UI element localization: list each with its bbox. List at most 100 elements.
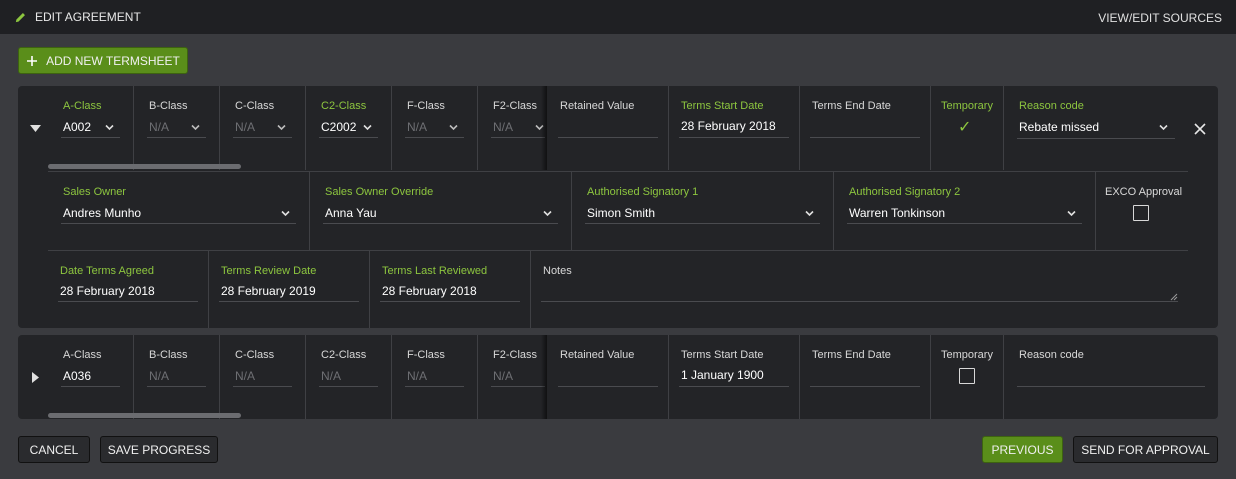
class-underline xyxy=(491,386,545,387)
view-edit-sources-link[interactable]: VIEW/EDIT SOURCES xyxy=(1098,11,1222,25)
divider xyxy=(219,335,220,419)
class-label: B-Class xyxy=(149,349,188,361)
class-select[interactable]: N/A xyxy=(235,120,255,134)
temporary-label: Temporary xyxy=(941,349,993,361)
row-divider xyxy=(48,171,1188,172)
divider xyxy=(668,335,669,419)
terms-start-date-underline xyxy=(679,137,789,138)
chevron-down-icon[interactable] xyxy=(805,209,814,218)
class-label: F2-Class xyxy=(493,100,538,112)
send-for-approval-button[interactable]: SEND FOR APPROVAL xyxy=(1073,436,1218,463)
terms-last-reviewed-label: Terms Last Reviewed xyxy=(382,265,488,277)
class-select[interactable]: N/A xyxy=(493,369,513,383)
chevron-down-icon[interactable] xyxy=(1159,123,1168,132)
terms-end-date-input[interactable] xyxy=(812,369,918,385)
class-label: A-Class xyxy=(63,100,102,112)
chevron-down-icon[interactable] xyxy=(105,123,114,132)
chevron-down-icon[interactable] xyxy=(363,123,372,132)
reason-code-label: Reason code xyxy=(1019,100,1084,112)
chevron-down-icon[interactable] xyxy=(449,123,458,132)
reason-code-input[interactable] xyxy=(1019,369,1203,385)
authorised-signatory-2-select[interactable]: Warren Tonkinson xyxy=(849,206,945,220)
class-scrollbar[interactable] xyxy=(48,164,241,169)
divider xyxy=(930,335,931,419)
notes-label: Notes xyxy=(543,265,572,277)
date-terms-agreed-input[interactable]: 28 February 2018 xyxy=(60,284,155,298)
sales-owner-override-select[interactable]: Anna Yau xyxy=(325,206,377,220)
class-underline xyxy=(233,137,292,138)
chevron-down-icon[interactable] xyxy=(1067,209,1076,218)
chevron-down-icon[interactable] xyxy=(277,123,286,132)
divider xyxy=(1095,171,1096,250)
sales-owner-underline xyxy=(61,223,296,224)
class-scrollbar[interactable] xyxy=(48,413,241,418)
class-label: B-Class xyxy=(149,100,188,112)
class-select[interactable]: C2002 xyxy=(321,120,356,134)
divider xyxy=(668,86,669,170)
divider xyxy=(391,86,392,170)
terms-review-date-input[interactable]: 28 February 2019 xyxy=(221,284,316,298)
date-terms-agreed-underline xyxy=(58,301,198,302)
reason-code-select[interactable]: Rebate missed xyxy=(1019,120,1099,134)
row-divider xyxy=(48,250,1188,251)
temporary-label: Temporary xyxy=(941,100,993,112)
chevron-down-icon[interactable] xyxy=(543,209,552,218)
class-label: C2-Class xyxy=(321,100,367,112)
collapse-caret-icon[interactable] xyxy=(30,125,41,133)
class-select[interactable]: N/A xyxy=(493,120,513,134)
retained-value-input[interactable] xyxy=(560,369,658,385)
reason-code-underline xyxy=(1017,386,1205,387)
class-underline xyxy=(405,137,464,138)
cancel-button[interactable]: CANCEL xyxy=(18,436,90,463)
plus-icon xyxy=(27,55,38,66)
class-underline xyxy=(319,386,378,387)
dialog-title-text: EDIT AGREEMENT xyxy=(35,10,141,24)
terms-review-date-underline xyxy=(219,301,359,302)
divider xyxy=(1003,335,1004,419)
authorised-signatory-1-underline xyxy=(585,223,820,224)
class-select[interactable]: N/A xyxy=(407,120,427,134)
pencil-icon xyxy=(15,12,25,22)
authorised-signatory-2-underline xyxy=(847,223,1082,224)
class-select[interactable]: N/A xyxy=(149,369,169,383)
authorised-signatory-1-label: Authorised Signatory 1 xyxy=(587,186,699,198)
terms-end-date-input[interactable] xyxy=(812,120,918,136)
notes-textarea[interactable] xyxy=(543,283,1177,301)
class-select[interactable]: N/A xyxy=(407,369,427,383)
terms-end-date-label: Terms End Date xyxy=(812,349,891,361)
temporary-checkbox[interactable] xyxy=(959,368,975,384)
expand-caret-icon[interactable] xyxy=(32,372,40,383)
class-select[interactable]: A002 xyxy=(63,120,91,134)
save-progress-button[interactable]: SAVE PROGRESS xyxy=(100,436,218,463)
terms-last-reviewed-underline xyxy=(380,301,520,302)
retained-value-input[interactable] xyxy=(560,120,658,136)
chevron-down-icon[interactable] xyxy=(191,123,200,132)
chevron-down-icon[interactable] xyxy=(281,209,290,218)
class-scroll-shadow xyxy=(541,86,547,170)
add-new-termsheet-button[interactable]: ADD NEW TERMSHEET xyxy=(18,47,188,74)
add-new-termsheet-label: ADD NEW TERMSHEET xyxy=(46,53,180,68)
exco-approval-checkbox[interactable] xyxy=(1133,205,1149,221)
terms-end-date-underline xyxy=(810,137,920,138)
class-select[interactable]: A036 xyxy=(63,369,91,383)
close-icon[interactable] xyxy=(1194,123,1206,135)
class-select[interactable]: N/A xyxy=(235,369,255,383)
divider xyxy=(477,335,478,419)
terms-start-date-input[interactable]: 28 February 2018 xyxy=(681,119,776,133)
resize-handle-icon[interactable] xyxy=(1170,293,1178,301)
authorised-signatory-1-select[interactable]: Simon Smith xyxy=(587,206,655,220)
divider xyxy=(799,86,800,170)
previous-button[interactable]: PREVIOUS xyxy=(982,436,1063,463)
divider xyxy=(309,171,310,250)
class-label: F2-Class xyxy=(493,349,538,361)
class-select[interactable]: N/A xyxy=(149,120,169,134)
divider xyxy=(571,171,572,250)
divider xyxy=(133,335,134,419)
sales-owner-select[interactable]: Andres Munho xyxy=(63,206,141,220)
dialog-header: EDIT AGREEMENT VIEW/EDIT SOURCES xyxy=(0,0,1236,34)
terms-last-reviewed-input[interactable]: 28 February 2018 xyxy=(382,284,477,298)
class-select[interactable]: N/A xyxy=(321,369,341,383)
temporary-check-icon[interactable]: ✓ xyxy=(958,117,971,136)
terms-start-date-input[interactable]: 1 January 1900 xyxy=(681,368,764,382)
divider xyxy=(219,86,220,170)
